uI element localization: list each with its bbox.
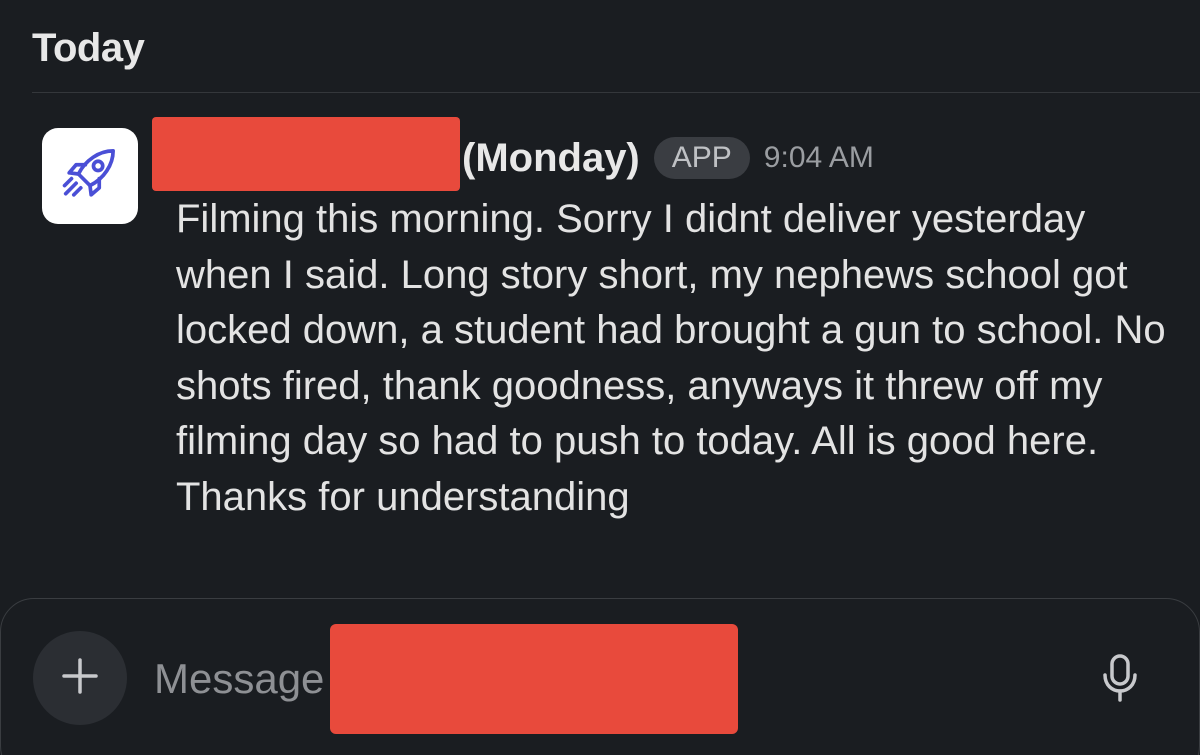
message-header: (Monday) APP 9:04 AM (152, 117, 874, 191)
day-divider-line (32, 92, 1200, 93)
message-input[interactable]: Message (154, 655, 324, 703)
app-badge: APP (653, 137, 750, 179)
app-avatar[interactable] (42, 128, 138, 224)
message-timestamp[interactable]: 9:04 AM (764, 141, 874, 175)
message-text: Filming this morning. Sorry I didnt deli… (176, 197, 1166, 519)
microphone-icon (1100, 653, 1140, 708)
redacted-sender-name (152, 117, 460, 191)
rocket-icon (53, 137, 127, 216)
redacted-input-text (330, 624, 738, 734)
sender-name-suffix[interactable]: (Monday) (462, 136, 640, 181)
add-attachment-button[interactable] (33, 631, 127, 725)
day-divider-label: Today (32, 26, 145, 70)
microphone-button[interactable] (1096, 653, 1144, 708)
conversation-screen: Today (Monday) APP 9:04 AM Filming this … (0, 0, 1200, 755)
plus-icon (60, 656, 100, 701)
